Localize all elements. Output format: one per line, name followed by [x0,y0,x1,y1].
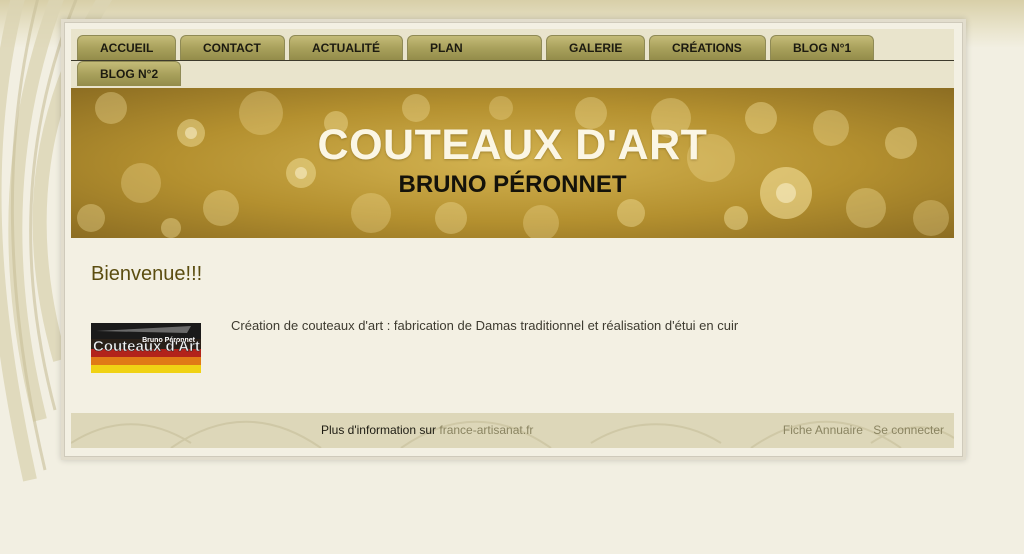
fiche-annuaire-link[interactable]: Fiche Annuaire [783,423,863,437]
footer-bar: Plus d'information sur france-artisanat.… [71,413,954,448]
header-banner: COUTEAUX D'ART BRUNO PÉRONNET [71,88,954,238]
couteaux-dart-logo: Bruno Péronnet Couteaux d'Art [91,323,201,373]
welcome-heading: Bienvenue!!! [91,263,203,285]
nav-tab-creations[interactable]: CRÉATIONS [649,35,766,60]
logo-text: Couteaux d'Art [93,338,200,355]
nav-tab-galerie[interactable]: GALERIE [546,35,645,60]
page-container: ACCUEIL CONTACT ACTUALITÉ PLAN GALERIE C… [64,22,963,457]
nav-tab-contact[interactable]: CONTACT [180,35,285,60]
footer-links: Fiche Annuaire Se connecter [776,423,944,437]
nav-tab-actualite[interactable]: ACTUALITÉ [289,35,403,60]
site-subtitle: BRUNO PÉRONNET [398,171,627,198]
nav-tab-blog-2[interactable]: BLOG N°2 [77,61,181,86]
france-artisanat-link[interactable]: france-artisanat.fr [439,423,533,437]
main-navigation: ACCUEIL CONTACT ACTUALITÉ PLAN GALERIE C… [71,29,954,88]
nav-tab-accueil[interactable]: ACCUEIL [77,35,176,60]
intro-text: Création de couteaux d'art : fabrication… [231,318,739,333]
footer-info-prefix: Plus d'information sur [321,423,437,437]
login-link[interactable]: Se connecter [873,423,944,437]
footer-info: Plus d'information sur france-artisanat.… [321,423,533,437]
nav-tab-plan[interactable]: PLAN [407,35,542,60]
site-title: COUTEAUX D'ART [317,121,708,169]
nav-tab-blog-1[interactable]: BLOG N°1 [770,35,874,60]
